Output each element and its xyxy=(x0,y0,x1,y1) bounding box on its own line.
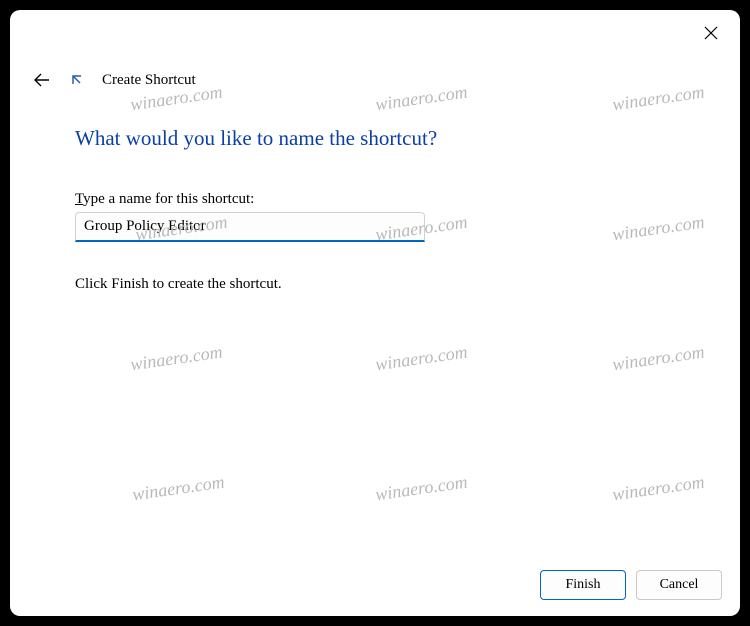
watermark: winaero.com xyxy=(131,472,226,506)
close-button[interactable] xyxy=(696,18,726,48)
wizard-header: Create Shortcut xyxy=(32,70,196,90)
shortcut-name-input[interactable] xyxy=(75,212,425,242)
watermark: winaero.com xyxy=(374,472,469,506)
wizard-footer: Finish Cancel xyxy=(540,570,722,600)
close-icon xyxy=(704,26,718,40)
watermark: winaero.com xyxy=(611,342,706,376)
watermark: winaero.com xyxy=(374,342,469,376)
watermark: winaero.com xyxy=(374,82,469,116)
instruction-text: Click Finish to create the shortcut. xyxy=(75,276,635,293)
back-arrow-icon xyxy=(33,71,51,89)
wizard-title: Create Shortcut xyxy=(102,72,196,89)
back-button[interactable] xyxy=(32,70,52,90)
watermark: winaero.com xyxy=(611,82,706,116)
create-shortcut-wizard: Create Shortcut What would you like to n… xyxy=(10,10,740,616)
watermark: winaero.com xyxy=(129,342,224,376)
wizard-content: What would you like to name the shortcut… xyxy=(75,126,635,308)
shortcut-icon xyxy=(70,73,84,87)
shortcut-name-label: Type a name for this shortcut: xyxy=(75,191,635,208)
watermark: winaero.com xyxy=(611,472,706,506)
page-heading: What would you like to name the shortcut… xyxy=(75,126,635,151)
finish-button[interactable]: Finish xyxy=(540,570,626,600)
cancel-button[interactable]: Cancel xyxy=(636,570,722,600)
